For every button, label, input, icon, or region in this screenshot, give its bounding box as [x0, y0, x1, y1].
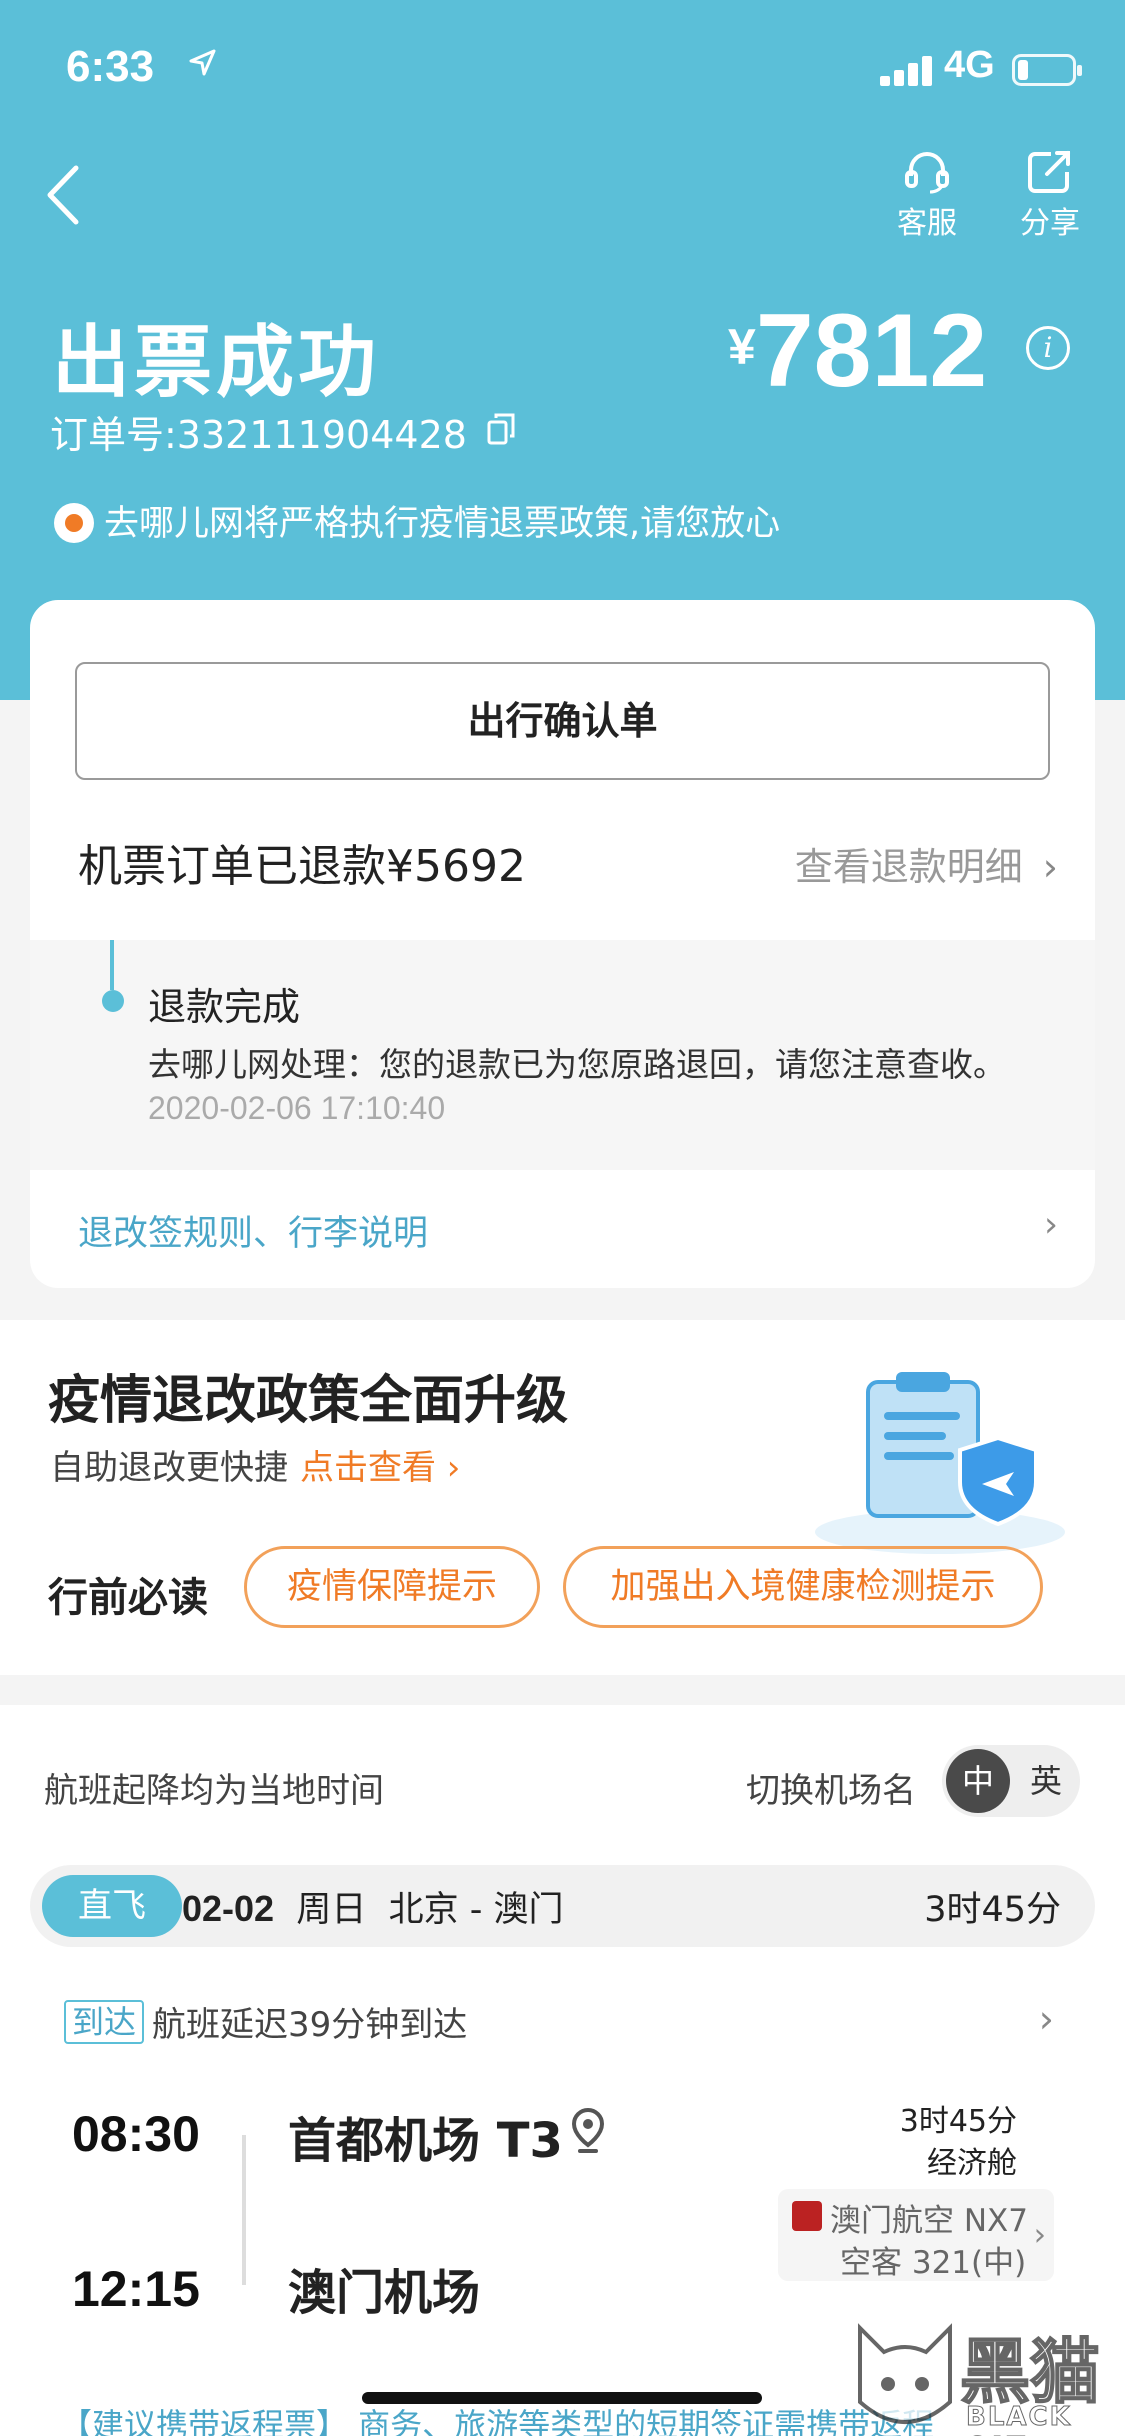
must-read-label: 行前必读	[48, 1575, 208, 1621]
refund-status-row[interactable]: 机票订单已退款¥5692 查看退款明细 ›	[78, 830, 1058, 892]
total-price: ¥7812	[728, 292, 987, 411]
flight-summary-bar: 直飞 02-02 周日 北京 - 澳门 3时45分	[30, 1865, 1095, 1947]
refund-card: 出行确认单 机票订单已退款¥5692 查看退款明细 › 退款完成 去哪儿网处理：您…	[30, 600, 1095, 1288]
chevron-right-icon: ›	[1033, 2217, 1046, 2253]
direct-flight-tag: 直飞	[42, 1875, 182, 1937]
airline-info[interactable]: 澳门航空 NX7 空客 321(中) ›	[778, 2189, 1054, 2281]
local-time-note: 航班起降均为当地时间	[44, 1771, 384, 1811]
rules-label: 退改签规则、行李说明	[78, 1214, 429, 1254]
watermark: 黑猫 BLACK CAT	[850, 2316, 1120, 2436]
status-bar: 6:33 4G	[0, 40, 1125, 100]
chevron-right-icon: ›	[1042, 845, 1058, 889]
return-ticket-advice: 【建议携带返程票】 商务、旅游等类型的短期签证需携带返程	[60, 2406, 935, 2436]
signal-icon	[880, 54, 936, 86]
headset-icon	[905, 152, 949, 194]
order-number: 订单号:332111904428	[50, 413, 467, 457]
page-title: 出票成功	[52, 318, 381, 408]
flight-info: 3时45分 经济舱	[900, 2101, 1017, 2185]
clipboard-shield-illustration	[810, 1360, 1070, 1560]
customer-service-label: 客服	[897, 206, 957, 241]
location-icon	[188, 46, 218, 87]
timeline-timestamp: 2020-02-06 17:10:40	[148, 1090, 446, 1126]
timeline-dot	[102, 990, 124, 1012]
chevron-left-icon	[47, 165, 79, 225]
airline-logo-icon	[792, 2201, 822, 2231]
refund-timeline: 退款完成 去哪儿网处理：您的退款已为您原路退回，请您注意查收。 2020-02-…	[30, 940, 1095, 1170]
network-type: 4G	[944, 44, 995, 86]
refund-status: 机票订单已退款¥5692	[78, 841, 526, 892]
rules-link[interactable]: 退改签规则、行李说明 ›	[78, 1205, 1058, 1256]
travel-confirmation-button[interactable]: 出行确认单	[75, 662, 1050, 780]
back-button[interactable]	[40, 160, 90, 230]
battery-icon	[1012, 54, 1082, 86]
notice-text: 去哪儿网将严格执行疫情退票政策,请您放心	[104, 504, 781, 544]
watermark-en: BLACK CAT	[966, 2402, 1072, 2436]
share-button[interactable]: 分享	[1005, 150, 1095, 242]
arrive-text: 航班延迟39分钟到达	[152, 2005, 468, 2045]
policy-subtitle-text: 自助退改更快捷	[50, 1448, 288, 1488]
chevron-right-icon: ›	[1044, 1205, 1058, 1245]
epidemic-tips-pill[interactable]: 疫情保障提示	[244, 1546, 540, 1628]
info-duration: 3时45分	[899, 2104, 1017, 2139]
flight-cities: 北京 - 澳门	[388, 1890, 564, 1930]
timeline-message: 去哪儿网处理：您的退款已为您原路退回，请您注意查收。	[148, 1045, 1006, 1084]
flight-timeline-line	[242, 2135, 246, 2285]
flight-route: 02-02 周日 北京 - 澳门	[182, 1881, 564, 1932]
toggle-chinese[interactable]: 中	[946, 1749, 1010, 1813]
departure-time: 08:30	[72, 2106, 200, 2162]
refund-detail-link[interactable]: 查看退款明细 ›	[795, 836, 1058, 891]
switch-airport-label: 切换机场名	[746, 1771, 916, 1811]
flight-weekday: 周日	[296, 1890, 367, 1930]
chevron-right-icon: ›	[1038, 1997, 1054, 2041]
cabin-class: 经济舱	[927, 2146, 1017, 2181]
status-time: 6:33	[66, 42, 155, 91]
language-toggle[interactable]: 中 英	[942, 1745, 1080, 1817]
share-label: 分享	[1020, 206, 1080, 241]
arrival-delay-row[interactable]: 到达 航班延迟39分钟到达 ›	[64, 1997, 1054, 2046]
refund-detail-label: 查看退款明细	[794, 845, 1023, 889]
airline-flight: 澳门航空 NX7	[830, 2203, 1029, 2239]
departure-airport: 首都机场 T3	[288, 2113, 563, 2169]
toggle-english[interactable]: 英	[1030, 1749, 1062, 1813]
policy-subtitle: 自助退改更快捷 点击查看 ›	[50, 1440, 460, 1489]
policy-heading: 疫情退改政策全面升级	[48, 1371, 569, 1431]
health-check-tips-pill[interactable]: 加强出入境健康检测提示	[563, 1546, 1043, 1628]
price-currency: ¥	[728, 319, 756, 375]
customer-service-button[interactable]: 客服	[882, 150, 972, 242]
policy-section: 疫情退改政策全面升级 自助退改更快捷 点击查看 › 行前必读 疫情保障提示 加强出…	[0, 1320, 1125, 1675]
notice-dot-icon	[54, 503, 94, 543]
price-info-icon[interactable]: i	[1026, 326, 1070, 370]
policy-notice: 去哪儿网将严格执行疫情退票政策,请您放心	[54, 495, 780, 546]
arrival-airport: 澳门机场	[288, 2265, 481, 2321]
home-indicator[interactable]	[362, 2392, 762, 2404]
aircraft-type: 空客 321(中)	[840, 2245, 1027, 2281]
timeline-line	[110, 940, 114, 990]
copy-icon[interactable]	[486, 412, 516, 446]
flight-duration: 3时45分	[924, 1890, 1061, 1930]
cat-logo-icon	[850, 2322, 960, 2436]
map-pin-icon[interactable]	[570, 2107, 606, 2155]
timeline-title: 退款完成	[148, 985, 301, 1029]
arrival-time: 12:15	[72, 2261, 200, 2317]
share-icon	[1028, 151, 1070, 193]
policy-view-link[interactable]: 点击查看 ›	[300, 1448, 460, 1488]
header: 6:33 4G 客服 分享 出票成功 ¥7812 i 订单号:332111904…	[0, 0, 1125, 700]
arrive-tag: 到达	[64, 1999, 145, 2044]
price-amount: 7812	[755, 293, 988, 409]
flight-date: 02-02	[182, 1888, 275, 1929]
